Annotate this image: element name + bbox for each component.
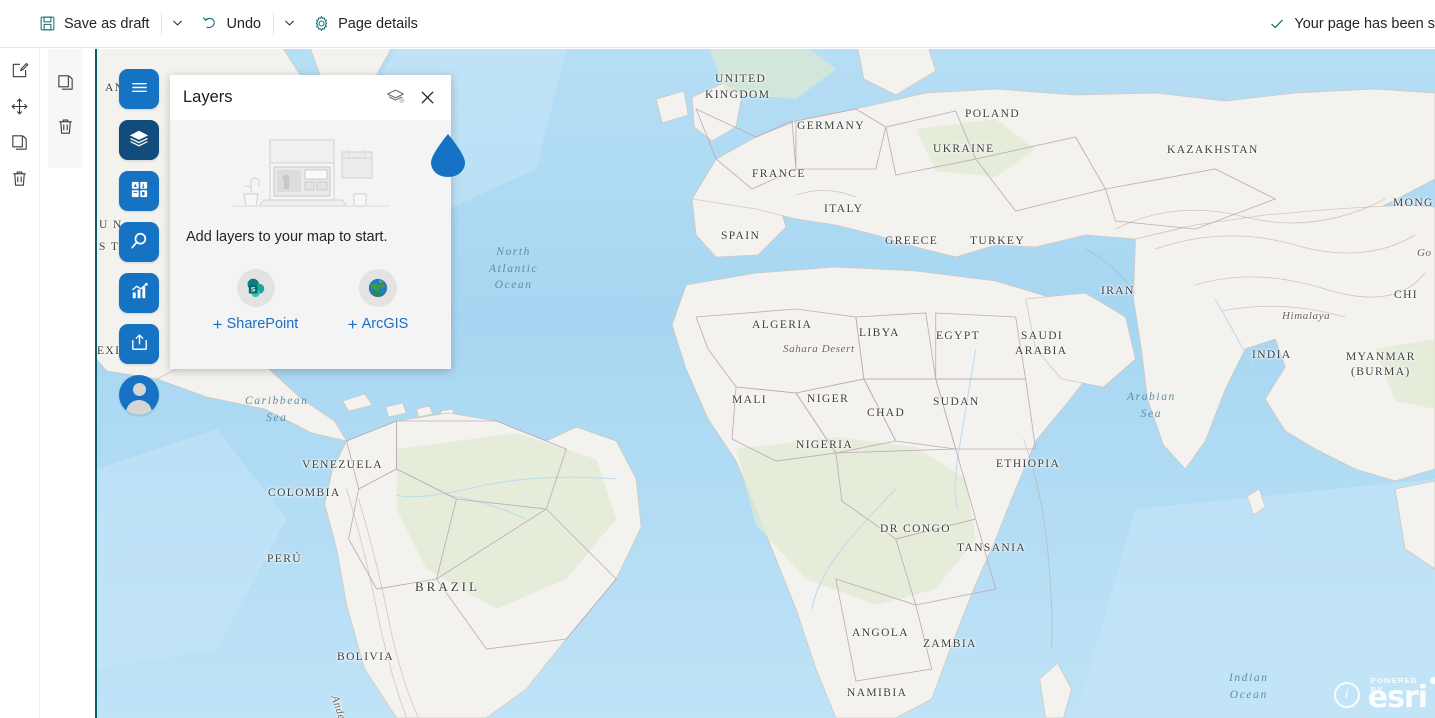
delete-webpart-button[interactable] xyxy=(3,163,37,197)
undo-button[interactable]: Undo xyxy=(190,4,271,44)
chevron-down-icon xyxy=(283,16,296,32)
copy-icon xyxy=(56,73,75,95)
arcgis-tool-strip xyxy=(119,69,159,415)
pencil-square-icon xyxy=(10,61,29,83)
esri-attribution[interactable]: i POWERED BY esri xyxy=(1334,677,1427,712)
layers-panel-body: Add layers to your map to start. S xyxy=(170,120,451,369)
basemap-gallery-button[interactable] xyxy=(119,171,159,211)
search-tool-button[interactable] xyxy=(119,222,159,262)
bar-chart-icon xyxy=(129,281,150,305)
add-arcgis-layer[interactable]: + ArcGIS xyxy=(348,269,409,333)
save-status: Your page has been sa xyxy=(1269,0,1435,48)
arcgis-link[interactable]: + ArcGIS xyxy=(348,316,409,333)
copy-icon xyxy=(10,133,29,155)
layers-panel: Layers xyxy=(170,75,451,369)
svg-text:S: S xyxy=(250,286,255,293)
legend-tool-button[interactable] xyxy=(119,69,159,109)
arcgis-label: ArcGIS xyxy=(362,316,409,332)
sharepoint-icon: S xyxy=(237,269,275,307)
save-as-draft-button[interactable]: Save as draft xyxy=(28,4,159,44)
powered-by-label: POWERED BY xyxy=(1371,676,1427,694)
command-bar: Save as draft Undo xyxy=(0,0,1435,48)
undo-label: Undo xyxy=(226,16,261,32)
page-details-button[interactable]: Page details xyxy=(302,4,428,44)
chevron-down-icon xyxy=(171,16,184,32)
sharepoint-label: SharePoint xyxy=(227,316,299,332)
trash-icon xyxy=(56,117,75,139)
trash-icon xyxy=(10,169,29,191)
layers-tool-button[interactable] xyxy=(119,120,159,160)
move-arrows-icon xyxy=(10,97,29,119)
undo-arrow-icon xyxy=(200,15,218,33)
save-as-draft-label: Save as draft xyxy=(64,16,149,32)
arcgis-map-webpart[interactable]: ANU NS TEXICOUNITEDKINGDOMPOLANDGERMANYU… xyxy=(95,49,1435,718)
plus-icon: + xyxy=(213,316,223,333)
account-avatar-button[interactable] xyxy=(119,375,159,415)
info-circle-icon[interactable]: i xyxy=(1334,682,1360,708)
save-options-chevron[interactable] xyxy=(164,4,190,44)
divider xyxy=(273,13,274,35)
close-icon[interactable] xyxy=(415,86,439,110)
webpart-toolbar xyxy=(0,49,40,718)
add-sharepoint-layer[interactable]: S + SharePoint xyxy=(213,269,299,333)
undo-options-chevron[interactable] xyxy=(276,4,302,44)
hamburger-legend-icon xyxy=(129,77,150,101)
duplicate-section-button[interactable] xyxy=(48,67,82,101)
layers-empty-message: Add layers to your map to start. xyxy=(186,228,435,247)
analytics-tool-button[interactable] xyxy=(119,273,159,313)
search-icon xyxy=(128,230,150,255)
basemap-grid-icon xyxy=(129,179,150,203)
section-toolbar xyxy=(48,49,82,168)
floppy-disk-icon xyxy=(38,15,56,33)
delete-section-button[interactable] xyxy=(48,111,82,145)
arcgis-globe-icon xyxy=(359,269,397,307)
layers-panel-title: Layers xyxy=(183,88,375,107)
water-drop-pin-icon xyxy=(427,132,469,178)
user-avatar-icon xyxy=(133,383,146,396)
layers-stack-outline-icon[interactable] xyxy=(383,86,407,110)
save-status-label: Your page has been sa xyxy=(1294,16,1435,32)
checkmark-icon xyxy=(1269,16,1285,32)
share-tool-button[interactable] xyxy=(119,324,159,364)
plus-icon: + xyxy=(348,316,358,333)
layer-source-list: S + SharePoint xyxy=(184,269,437,333)
esri-logo: POWERED BY esri xyxy=(1368,677,1427,712)
sharepoint-link[interactable]: + SharePoint xyxy=(213,316,299,333)
empty-desk-illustration xyxy=(226,136,396,214)
share-export-icon xyxy=(129,332,150,356)
move-webpart-button[interactable] xyxy=(3,91,37,125)
page-details-label: Page details xyxy=(338,16,418,32)
layers-stack-icon xyxy=(128,128,150,153)
edit-webpart-button[interactable] xyxy=(3,55,37,89)
layers-panel-header: Layers xyxy=(170,75,451,120)
divider xyxy=(161,13,162,35)
gear-icon xyxy=(312,15,330,33)
duplicate-webpart-button[interactable] xyxy=(3,127,37,161)
page-editor-root: Save as draft Undo xyxy=(0,0,1435,718)
